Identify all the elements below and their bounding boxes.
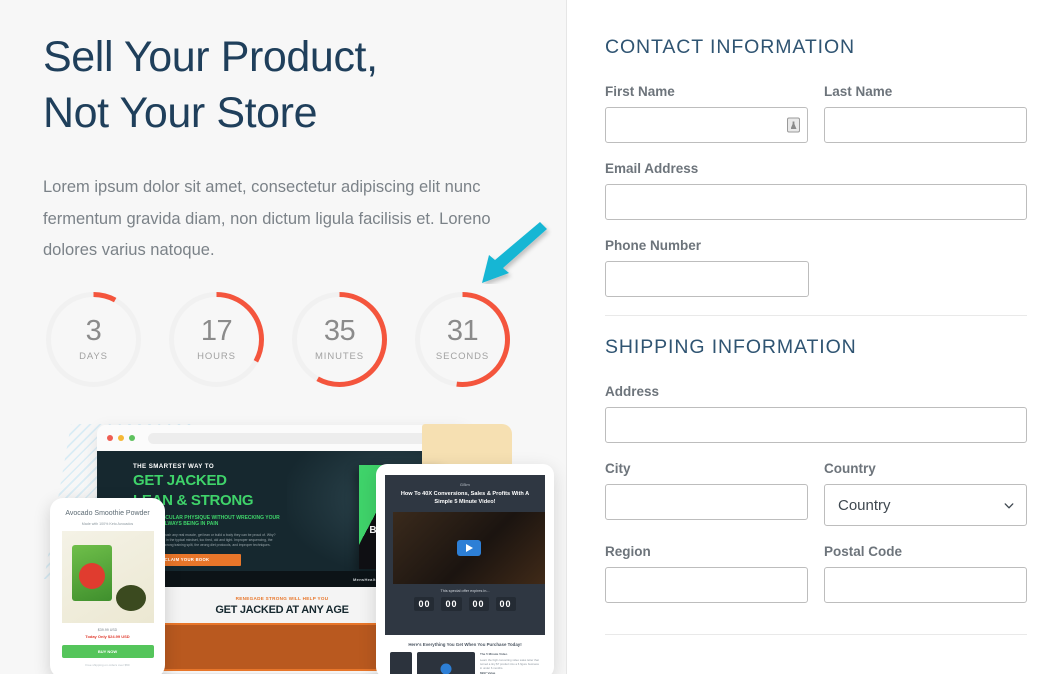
region-input[interactable] — [605, 567, 808, 603]
bonus-item-price: $997 Value — [480, 670, 496, 674]
tablet-clock-digit: 00 — [414, 596, 435, 611]
last-name-input[interactable] — [824, 107, 1027, 143]
phone-product-image — [61, 531, 154, 624]
bonus-item-body: Learn the high converting video sales le… — [480, 658, 539, 671]
postal-code-group: Postal Code — [824, 544, 1027, 603]
address-input[interactable] — [605, 407, 1027, 443]
phone-mockup: Avocado Smoothie Powder Made with 100% K… — [50, 498, 165, 674]
page-title: Sell Your Product, Not Your Store — [43, 30, 513, 142]
countdown-label: HOURS — [197, 351, 236, 362]
city-country-row: City Country CountryUnited StatesCanadaU… — [605, 461, 1027, 544]
country-label: Country — [824, 461, 876, 476]
bonus-text-block: The 5 Minute Video Learn the high conver… — [480, 652, 540, 674]
browser-minimize-dot — [118, 435, 124, 441]
marketing-panel: Sell Your Product, Not Your Store Lorem … — [0, 0, 567, 674]
address-label: Address — [605, 384, 660, 399]
name-row: First Name Last Name — [605, 84, 1027, 161]
product-mockup-image: THE SMARTEST WAY TO GET JACKED LEAN & ST… — [44, 418, 564, 674]
checkout-page: Sell Your Product, Not Your Store Lorem … — [0, 0, 1047, 674]
city-group: City — [605, 461, 808, 526]
phone-price-label: $39.99 USD — [97, 628, 118, 633]
browser-chrome-bar — [97, 425, 467, 451]
browser-url-bar — [148, 432, 457, 444]
hero-title-line-1: Sell Your Product, — [43, 33, 378, 81]
checkout-form-panel: CONTACT INFORMATION First Name Last Name… — [567, 0, 1047, 674]
tablet-bonus-row: The 5 Minute Video Learn the high conver… — [385, 652, 545, 674]
contact-information-heading: CONTACT INFORMATION — [605, 36, 856, 58]
shipping-information-heading: SHIPPING INFORMATION — [605, 336, 857, 358]
contact-card-icon[interactable] — [787, 117, 800, 133]
country-select-wrapper: CountryUnited StatesCanadaUnited Kingdom… — [824, 484, 1027, 526]
country-select[interactable]: CountryUnited StatesCanadaUnited Kingdom… — [824, 484, 1027, 526]
phone-price-value: Today Only $24.99 USD — [85, 634, 130, 640]
first-name-input[interactable] — [605, 107, 808, 143]
city-input[interactable] — [605, 484, 808, 520]
countdown-value: 17 — [200, 315, 233, 347]
phone-group: Phone Number — [605, 238, 1027, 297]
email-input[interactable] — [605, 184, 1027, 220]
tablet-clock-digit: 00 — [441, 596, 462, 611]
first-name-label: First Name — [605, 84, 675, 99]
countdown-item-days: 3 DAYS — [43, 289, 144, 390]
browser-maximize-dot — [129, 435, 135, 441]
postal-code-input[interactable] — [824, 567, 1027, 603]
tablet-screen: GBm How To 40X Conversions, Sales & Prof… — [385, 475, 545, 635]
countdown-value: 3 — [85, 315, 102, 347]
phone-label: Phone Number — [605, 238, 702, 253]
phone-buy-button: BUY NOW — [61, 645, 154, 659]
annotation-arrow-icon — [482, 222, 547, 283]
last-name-group: Last Name — [824, 84, 1027, 143]
hero-title-line-2: Not Your Store — [43, 88, 318, 137]
play-button-icon — [457, 539, 481, 556]
countdown-value: 35 — [323, 315, 356, 347]
first-name-input-wrapper — [605, 107, 808, 143]
bonus-box-graphic — [390, 652, 412, 674]
section-divider-bottom — [605, 634, 1027, 635]
countdown-timer: 3 DAYS 17 HOURS 35 MINUTES 31 SECONDS — [43, 289, 513, 390]
region-group: Region — [605, 544, 808, 603]
bonus-monitor-graphic — [417, 652, 475, 674]
tablet-headline: How To 40X Conversions, Sales & Profits … — [400, 491, 530, 505]
email-group: Email Address — [605, 161, 1027, 220]
region-postal-row: Region Postal Code — [605, 544, 1027, 621]
postal-code-label: Postal Code — [824, 544, 903, 559]
tablet-expires-text: This special offer expires in... — [440, 588, 490, 593]
countdown-label: MINUTES — [314, 351, 365, 362]
email-label: Email Address — [605, 161, 699, 176]
tablet-clock-digit: 00 — [468, 596, 489, 611]
phone-input[interactable] — [605, 261, 809, 297]
browser-close-dot — [107, 435, 113, 441]
phone-product-subtitle: Made with 100% Keto Avocados — [81, 522, 134, 527]
country-group: Country CountryUnited StatesCanadaUnited… — [824, 461, 1027, 526]
tablet-footer-headline: Here's Everything You Get When You Purch… — [408, 642, 522, 647]
hero-paragraph: Lorem ipsum dolor sit amet, consectetur … — [43, 178, 491, 260]
first-name-group: First Name — [605, 84, 808, 143]
region-label: Region — [605, 544, 651, 559]
mockup-lower-video — [151, 623, 413, 671]
countdown-item-minutes: 35 MINUTES — [289, 289, 390, 390]
countdown-value: 31 — [446, 315, 479, 347]
address-group: Address — [605, 384, 1027, 443]
bonus-item-title: The 5 Minute Video — [480, 652, 508, 656]
countdown-label: SECONDS — [435, 351, 490, 362]
phone-product-title: Avocado Smoothie Powder — [65, 510, 150, 517]
section-divider-top — [605, 315, 1027, 316]
countdown-label: DAYS — [79, 351, 108, 362]
avocado-graphic — [115, 585, 146, 612]
product-pouch-graphic — [71, 545, 112, 602]
phone-price-block: $39.99 USD Today Only $24.99 USD — [59, 628, 156, 639]
countdown-item-seconds: 31 SECONDS — [412, 289, 513, 390]
last-name-label: Last Name — [824, 84, 893, 99]
tablet-clock-digit: 00 — [495, 596, 516, 611]
phone-shipping-note: Free shipping on orders over $50 — [85, 663, 130, 668]
tablet-countdown-digits: 00 00 00 00 — [393, 596, 537, 611]
countdown-item-hours: 17 HOURS — [166, 289, 267, 390]
city-label: City — [605, 461, 631, 476]
tablet-video-thumbnail — [393, 511, 545, 584]
tablet-logo: GBm — [459, 482, 471, 487]
tablet-mockup: GBm How To 40X Conversions, Sales & Prof… — [376, 464, 554, 674]
